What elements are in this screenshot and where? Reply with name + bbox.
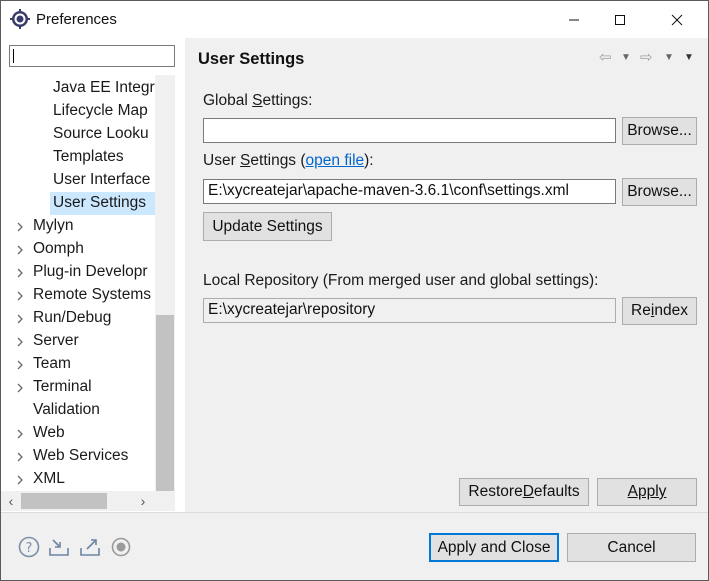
tree-item[interactable]: User Settings xyxy=(1,192,155,215)
cancel-button[interactable]: Cancel xyxy=(567,533,696,562)
restore-defaults-button[interactable]: Restore Defaults xyxy=(459,478,589,506)
expand-chevron-icon[interactable] xyxy=(15,337,25,347)
tree-item[interactable]: Web Services xyxy=(1,445,155,468)
export-icon[interactable] xyxy=(78,535,102,559)
update-settings-button[interactable]: Update Settings xyxy=(203,212,332,241)
import-icon[interactable] xyxy=(47,535,71,559)
tree-item[interactable]: Server xyxy=(1,330,155,353)
preference-navigator: Java EE Integra Lifecycle Map Source Looku… xyxy=(1,38,185,512)
minimize-button[interactable] xyxy=(551,1,597,39)
tree-item-label: Oomph xyxy=(33,240,84,257)
local-repository-label: Local Repository (From merged user and g… xyxy=(203,272,599,289)
tree-item-label: Plug-in Developr xyxy=(33,263,148,280)
vertical-scroll-thumb[interactable] xyxy=(156,315,174,491)
expand-chevron-icon[interactable] xyxy=(15,222,25,232)
tree-item-label: XML xyxy=(33,470,65,487)
apply-button[interactable]: Apply xyxy=(597,478,697,506)
tree-item-label: Templates xyxy=(53,148,124,165)
expand-chevron-icon[interactable] xyxy=(15,314,25,324)
tree-item[interactable]: Team xyxy=(1,353,155,376)
horizontal-scroll-thumb[interactable] xyxy=(21,493,107,509)
tree-item-label: Run/Debug xyxy=(33,309,112,326)
forward-menu-chevron-icon[interactable]: ▼ xyxy=(664,52,674,63)
svg-text:?: ? xyxy=(26,541,33,556)
reindex-button[interactable]: Re i ndex xyxy=(622,297,697,325)
open-file-link[interactable]: open file xyxy=(306,152,365,169)
filter-input[interactable] xyxy=(9,45,175,67)
history-nav: ⇦ ▼ ⇨ ▼ ▼ xyxy=(597,48,701,68)
tree-item-label: Source Looku xyxy=(53,125,149,142)
tree-item-label: Validation xyxy=(33,401,100,418)
expand-chevron-icon[interactable] xyxy=(15,475,25,485)
tree-item-label: Team xyxy=(33,355,71,372)
tree-item-label: Terminal xyxy=(33,378,92,395)
text-caret xyxy=(13,49,14,63)
tree-item[interactable]: Oomph xyxy=(1,238,155,261)
tree-item-label: User Settings xyxy=(53,194,147,211)
global-settings-label: Global Settings: xyxy=(203,92,313,109)
dialog-button-bar: ? Apply and Close Cancel xyxy=(1,512,708,580)
close-button[interactable] xyxy=(654,1,700,39)
user-settings-field[interactable]: E:\xycreatejar\apache-maven-3.6.1\conf\s… xyxy=(203,179,616,204)
scroll-left-icon[interactable]: ‹ xyxy=(3,493,19,509)
user-settings-label: User Settings (open file): xyxy=(203,152,374,169)
tree-item[interactable]: XML xyxy=(1,468,155,491)
back-menu-chevron-icon[interactable]: ▼ xyxy=(621,52,631,63)
tree-item-label: Web Services xyxy=(33,447,129,464)
preference-page: User Settings ⇦ ▼ ⇨ ▼ ▼ Global Settings:… xyxy=(187,38,708,512)
expand-chevron-icon[interactable] xyxy=(15,268,25,278)
tree-item[interactable]: Lifecycle Map xyxy=(1,100,155,123)
eclipse-gear-icon xyxy=(10,9,30,29)
preference-tree: Java EE Integra Lifecycle Map Source Looku… xyxy=(1,75,155,491)
expand-chevron-icon[interactable] xyxy=(15,452,25,462)
maximize-icon xyxy=(615,15,625,25)
expand-chevron-icon[interactable] xyxy=(15,383,25,393)
tree-item[interactable]: User Interface xyxy=(1,169,155,192)
window-title: Preferences xyxy=(36,11,117,28)
tree-item[interactable]: Web xyxy=(1,422,155,445)
tree-item-label: Remote Systems xyxy=(33,286,152,303)
expand-chevron-icon[interactable] xyxy=(15,360,25,370)
user-browse-button[interactable]: Browse... xyxy=(622,178,697,206)
tree-item-label: Server xyxy=(33,332,79,349)
minimize-icon xyxy=(569,19,579,21)
record-icon[interactable] xyxy=(109,535,133,559)
forward-arrow-icon[interactable]: ⇨ xyxy=(640,48,653,66)
tree-item-label: Lifecycle Map xyxy=(53,102,148,119)
tree-horizontal-scrollbar[interactable]: ‹ › xyxy=(1,491,175,511)
tree-item[interactable]: Plug-in Developr xyxy=(1,261,155,284)
view-menu-icon[interactable]: ▼ xyxy=(684,52,694,63)
back-arrow-icon[interactable]: ⇦ xyxy=(599,48,612,66)
title-bar: Preferences xyxy=(0,0,709,38)
tree-vertical-scrollbar[interactable] xyxy=(155,75,175,491)
apply-and-close-button[interactable]: Apply and Close xyxy=(429,533,559,562)
tree-item[interactable]: Mylyn xyxy=(1,215,155,238)
tree-item[interactable]: Java EE Integra xyxy=(1,77,155,100)
tree-item-label: User Interface xyxy=(53,171,151,188)
expand-chevron-icon[interactable] xyxy=(15,429,25,439)
tree-item[interactable]: Validation xyxy=(1,399,155,422)
help-icon[interactable]: ? xyxy=(17,535,41,559)
expand-chevron-icon[interactable] xyxy=(15,291,25,301)
close-icon xyxy=(671,14,683,26)
page-title: User Settings xyxy=(198,50,305,68)
scroll-right-icon[interactable]: › xyxy=(135,493,151,509)
global-settings-field[interactable] xyxy=(203,118,616,143)
tree-item-label: Web xyxy=(33,424,65,441)
tree-item[interactable]: Terminal xyxy=(1,376,155,399)
tree-item-label: Mylyn xyxy=(33,217,74,234)
expand-chevron-icon[interactable] xyxy=(15,245,25,255)
tree-item[interactable]: Run/Debug xyxy=(1,307,155,330)
tree-item[interactable]: Source Looku xyxy=(1,123,155,146)
tree-item-label: Java EE Integra xyxy=(53,79,155,96)
tree-item[interactable]: Templates xyxy=(1,146,155,169)
tree-item[interactable]: Remote Systems xyxy=(1,284,155,307)
global-browse-button[interactable]: Browse... xyxy=(622,117,697,145)
maximize-button[interactable] xyxy=(597,1,643,39)
local-repository-field: E:\xycreatejar\repository xyxy=(203,298,616,323)
